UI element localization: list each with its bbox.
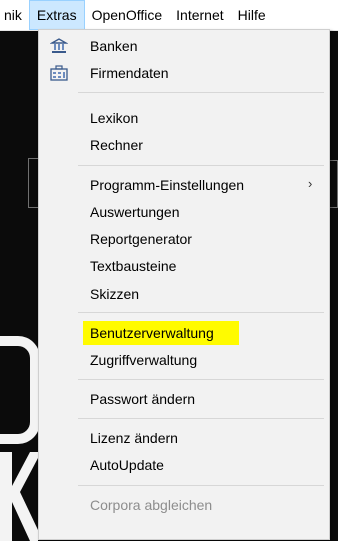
menu-item-firmendaten[interactable]: Firmendaten xyxy=(39,60,329,86)
menu-item-label: Firmendaten xyxy=(90,65,169,81)
menu-separator xyxy=(78,92,324,93)
background-large-glyph xyxy=(0,336,40,444)
menu-item-label: Programm-Einstellungen xyxy=(90,177,245,193)
menu-item-label: Zugriffverwaltung xyxy=(90,352,198,368)
menu-item-corpora-abgleichen: Corpora abgleichen xyxy=(39,492,329,518)
menu-openoffice[interactable]: OpenOffice xyxy=(85,0,170,30)
menu-item-benutzerverwaltung[interactable]: Benutzerverwaltung xyxy=(39,320,329,346)
menu-item-label: Auswertungen xyxy=(90,204,180,220)
menu-item-skizzen[interactable]: Skizzen xyxy=(39,281,329,307)
menu-item-label: Passwort ändern xyxy=(90,391,196,407)
menu-item-lizenz-aendern[interactable]: Lizenz ändern xyxy=(39,425,329,451)
menu-separator xyxy=(78,379,324,380)
menu-separator xyxy=(78,312,324,313)
menu-item-autoupdate[interactable]: AutoUpdate xyxy=(39,452,329,478)
menu-bar: nik Extras OpenOffice Internet Hilfe xyxy=(0,0,338,31)
chevron-right-icon: › xyxy=(308,176,313,191)
menu-item-rechner[interactable]: Rechner xyxy=(39,132,329,158)
extras-dropdown-menu: Banken Firmendaten Lexikon Rechner Progr… xyxy=(38,29,330,540)
background-large-glyph-k xyxy=(0,452,38,541)
menu-separator xyxy=(78,165,324,166)
menu-hilfe[interactable]: Hilfe xyxy=(231,0,273,30)
menu-item-label: AutoUpdate xyxy=(90,457,164,473)
menu-item-reportgenerator[interactable]: Reportgenerator xyxy=(39,226,329,252)
menu-technik[interactable]: nik xyxy=(0,0,29,30)
menu-item-label: Skizzen xyxy=(90,286,140,302)
menu-item-programm-einstellungen[interactable]: Programm-Einstellungen › xyxy=(39,172,329,198)
menu-item-textbausteine[interactable]: Textbausteine xyxy=(39,253,329,279)
company-data-icon xyxy=(50,65,68,81)
menu-item-lexikon[interactable]: Lexikon xyxy=(39,105,329,131)
menu-extras[interactable]: Extras xyxy=(28,0,85,30)
menu-separator xyxy=(78,418,324,419)
menu-item-label: Lexikon xyxy=(90,110,139,126)
menu-item-label: Benutzerverwaltung xyxy=(90,325,214,341)
menu-item-auswertungen[interactable]: Auswertungen xyxy=(39,199,329,225)
menu-item-passwort-aendern[interactable]: Passwort ändern xyxy=(39,386,329,412)
menu-item-label: Textbausteine xyxy=(90,258,177,274)
menu-item-label: Rechner xyxy=(90,137,143,153)
bank-icon xyxy=(50,38,68,53)
menu-internet[interactable]: Internet xyxy=(169,0,230,30)
menu-item-zugriffverwaltung[interactable]: Zugriffverwaltung xyxy=(39,347,329,373)
menu-item-label: Reportgenerator xyxy=(90,231,192,247)
menu-separator xyxy=(78,485,324,486)
menu-item-label: Corpora abgleichen xyxy=(90,497,213,513)
menu-item-label: Lizenz ändern xyxy=(90,430,178,446)
menu-item-label: Banken xyxy=(90,38,138,54)
menu-item-banken[interactable]: Banken xyxy=(39,33,329,59)
